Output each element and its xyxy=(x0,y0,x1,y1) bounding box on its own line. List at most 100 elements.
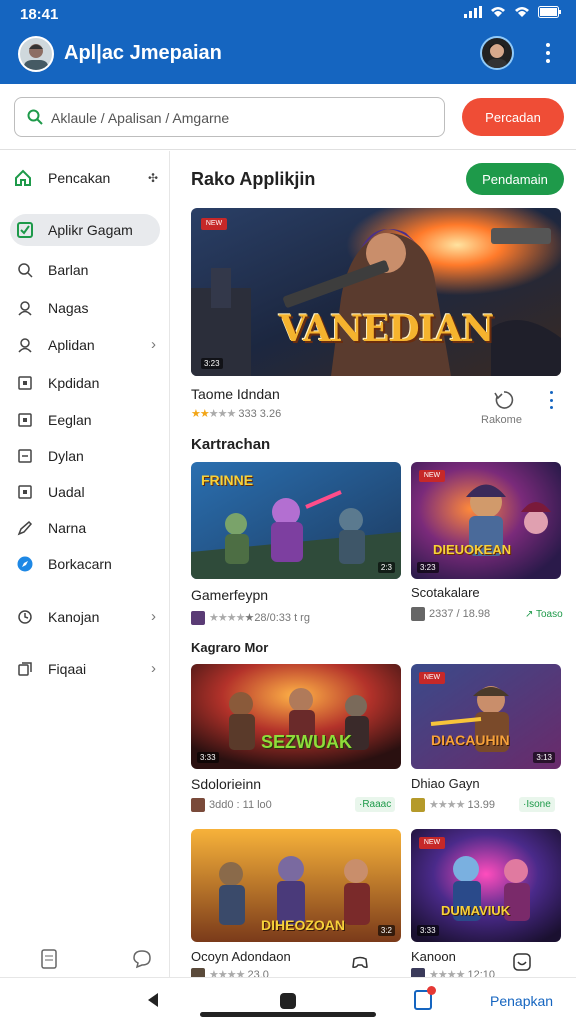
copy-icon xyxy=(18,662,32,676)
card-art-title: DIACAUHIN xyxy=(431,732,510,748)
chat-icon[interactable] xyxy=(132,949,152,969)
sidebar-header[interactable]: Pencakan ✣ xyxy=(12,167,162,191)
sidebar-item-borkacarn[interactable]: Borkacarn xyxy=(10,548,160,580)
game-card-meta-text: 3dd0 : 11 lo0 xyxy=(209,798,272,811)
search-icon xyxy=(18,263,33,278)
sidebar-item-nagas[interactable]: Nagas xyxy=(10,292,160,324)
more-options-icon[interactable] xyxy=(540,40,556,66)
controller-icon[interactable] xyxy=(351,953,369,971)
search-button[interactable]: Percadan xyxy=(462,98,564,136)
nav-label[interactable]: Penapkan xyxy=(490,993,553,1009)
sidebar-item-fiqaai[interactable]: Fiqaai › xyxy=(10,653,160,685)
chevron-right-icon: › xyxy=(151,336,156,353)
sidebar: Pencakan ✣ Aplikr Gagam Barlan Nagas Apl… xyxy=(0,151,170,977)
game-card-meta-text: 12:10 xyxy=(467,969,496,977)
card-art-title: DIHEOZOAN xyxy=(261,917,345,933)
home-icon xyxy=(15,169,31,186)
sidebar-item-aplikr-gagam[interactable]: Aplikr Gagam xyxy=(10,214,160,246)
featured-banner[interactable]: VANEDIAN NEW 3:23 xyxy=(191,208,561,376)
square-icon xyxy=(18,376,32,390)
sidebar-item-kpdidan[interactable]: Kpdidan xyxy=(10,367,160,399)
featured-art-title: VANEDIAN xyxy=(279,308,494,350)
sidebar-item-label: Barlan xyxy=(48,262,89,278)
game-card-name[interactable]: Kanoon xyxy=(411,949,456,964)
game-card-name[interactable]: Ocoyn Adondaon xyxy=(191,949,291,964)
search-row: Percadan xyxy=(0,84,576,150)
game-card-meta: ★★★★ 23.0 xyxy=(191,968,269,977)
featured-meta: ★★★★★ 333 3.26 xyxy=(191,407,281,420)
game-card-thumbnail[interactable]: DIHEOZOAN 3:2 xyxy=(191,829,401,942)
search-input[interactable] xyxy=(51,106,431,130)
mini-thumbnail xyxy=(191,611,205,626)
featured-action[interactable]: Rakome xyxy=(481,414,522,426)
sidebar-item-label: Nagas xyxy=(48,300,89,316)
new-badge: NEW xyxy=(419,470,445,482)
section-title: Kagraro Mor xyxy=(191,640,269,655)
duration-badge: 3:33 xyxy=(197,752,219,763)
sidebar-item-label: Aplikr Gagam xyxy=(48,222,133,238)
featured-name[interactable]: Taome Idndan xyxy=(191,386,280,402)
home-button[interactable] xyxy=(280,993,296,1009)
sidebar-item-label: Aplidan xyxy=(48,337,95,353)
gesture-bar xyxy=(200,1012,376,1017)
compass-icon xyxy=(17,556,33,572)
game-card-meta: ★★★★ 13.99 xyxy=(411,798,495,813)
emoji-icon[interactable] xyxy=(513,953,531,971)
new-badge: NEW xyxy=(419,672,445,684)
notification-dot xyxy=(427,986,436,995)
sidebar-item-barlan[interactable]: Barlan xyxy=(10,254,160,286)
game-card-name[interactable]: Dhiao Gayn xyxy=(411,776,480,791)
sidebar-item-eeglan[interactable]: Eeglan xyxy=(10,404,160,436)
profile-avatar[interactable] xyxy=(480,36,514,70)
user-avatar[interactable] xyxy=(18,36,54,72)
sidebar-item-uadal[interactable]: Uadal xyxy=(10,476,160,508)
status-time: 18:41 xyxy=(20,6,59,23)
rating-stars: ★★ xyxy=(191,408,210,420)
notification-icon[interactable] xyxy=(414,986,436,1010)
game-card-name[interactable]: Sdolorieinn xyxy=(191,776,261,792)
sidebar-item-label: Eeglan xyxy=(48,412,92,428)
game-card-name[interactable]: Gamerfeypn xyxy=(191,587,268,603)
game-card-thumbnail[interactable]: NEW DIACAUHIN 3:13 xyxy=(411,664,561,769)
game-card-thumbnail[interactable]: SEZWUAK 3:33 xyxy=(191,664,401,769)
sparkle-icon[interactable]: ✣ xyxy=(148,171,158,185)
back-icon[interactable] xyxy=(146,992,160,1008)
square-icon xyxy=(18,413,32,427)
duration-badge: 3:23 xyxy=(417,562,439,573)
sidebar-item-dylan[interactable]: Dylan xyxy=(10,440,160,472)
mini-thumbnail xyxy=(191,798,205,812)
game-card-thumbnail[interactable]: FRINNE 2:3 xyxy=(191,462,401,579)
sidebar-item-label: Uadal xyxy=(48,484,85,500)
game-card-name[interactable]: Scotakalare xyxy=(411,585,480,600)
game-card-meta: 3dd0 : 11 lo0 xyxy=(191,798,272,812)
game-card-thumbnail[interactable]: NEW DUMAVIUK 3:33 xyxy=(411,829,561,942)
sidebar-item-narna[interactable]: Narna xyxy=(10,512,160,544)
game-card-thumbnail[interactable]: NEW DIEUOKEAN 3:23 xyxy=(411,462,561,579)
status-icons xyxy=(464,6,562,18)
refresh-icon[interactable] xyxy=(493,389,515,411)
square-icon xyxy=(18,485,32,499)
rating-stars: ★★★★ xyxy=(209,969,245,977)
sidebar-item-label: Kpdidan xyxy=(48,375,100,391)
search-field[interactable] xyxy=(14,97,445,137)
game-card-meta-text: ★28/0:33 t rg xyxy=(244,612,310,624)
primary-action-button[interactable]: Pendamain xyxy=(466,163,564,195)
search-icon xyxy=(27,109,43,125)
sidebar-item-kanojan[interactable]: Kanojan › xyxy=(10,601,160,633)
sidebar-item-label: Kanojan xyxy=(48,609,100,625)
game-card-meta-text: 2337 / 18.98 xyxy=(429,607,491,620)
sidebar-footer xyxy=(0,947,170,977)
pen-icon xyxy=(17,520,33,536)
more-options-icon[interactable] xyxy=(547,391,555,409)
sidebar-item-aplidan[interactable]: Aplidan › xyxy=(10,329,160,361)
page-title: Rako Applikjin xyxy=(191,169,316,189)
document-icon[interactable] xyxy=(40,949,58,969)
rating-stars: ★★★★ xyxy=(429,969,465,977)
square-icon xyxy=(18,449,32,463)
card-art-title: FRINNE xyxy=(201,472,254,488)
featured-meta-text: 333 3.26 xyxy=(238,408,282,420)
rating-stars: ★★★★ xyxy=(429,799,465,811)
person-icon xyxy=(18,301,32,316)
status-bar: 18:41 xyxy=(0,0,576,28)
game-card-meta-text: 23.0 xyxy=(247,969,269,977)
